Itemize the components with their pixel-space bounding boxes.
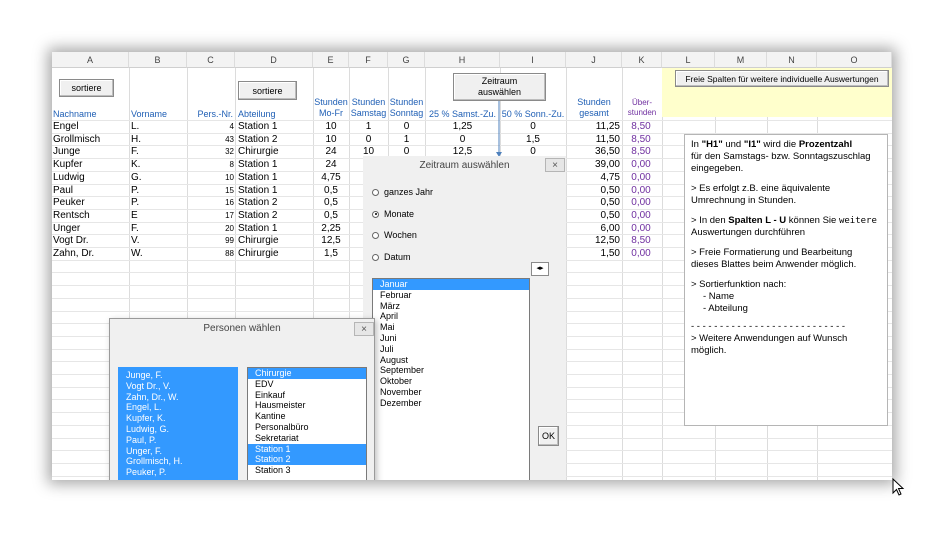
- spreadsheet-window: A B C D E F G H I J K L M N O sortiere s…: [52, 52, 892, 480]
- info-paragraph-1: In "H1" und "I1" wird die Prozentzahl für…: [691, 139, 881, 175]
- month-list-item[interactable]: Februar: [373, 290, 529, 301]
- mouse-cursor-icon: [892, 478, 905, 496]
- month-list-item[interactable]: November: [373, 387, 529, 398]
- info-paragraph-3: > In den Spalten L - U können Sie weiter…: [691, 215, 881, 239]
- info-text: und: [722, 139, 744, 150]
- radio-dot: [372, 231, 379, 239]
- persons-dialog-close-button[interactable]: ×: [354, 322, 374, 336]
- month-list-item[interactable]: Oktober: [373, 376, 529, 387]
- info-text: für den Samstags- bzw. Sonntagszuschlag …: [691, 151, 871, 174]
- month-list-item[interactable]: Dezember: [373, 398, 529, 409]
- spin-arrows-icon[interactable]: ◂▸: [531, 262, 549, 276]
- info-bold: "H1": [701, 139, 723, 150]
- info-bold: Spalten L - U: [728, 215, 787, 226]
- department-list-item[interactable]: Station 2: [248, 454, 366, 466]
- persons-listbox[interactable]: Junge, F. Vogt Dr., V. Zahn, Dr., W. Engel,…: [118, 367, 238, 480]
- department-list-item[interactable]: Station 1: [248, 443, 366, 455]
- person-list-item[interactable]: Grollmisch, H.: [119, 456, 237, 468]
- person-list-item[interactable]: Zahn, Dr., W.: [119, 391, 237, 403]
- info-text: In: [691, 139, 702, 150]
- month-list-item[interactable]: Mai: [373, 322, 529, 333]
- department-list-item[interactable]: Station 3: [248, 465, 366, 476]
- info-bold: "I1": [743, 139, 761, 150]
- info-divider: - - - - - - - - - - - - - - - - - - - - …: [691, 321, 846, 332]
- month-listbox[interactable]: Januar Februar März April Mai Juni Juli August S…: [372, 278, 530, 480]
- radio-label: Datum: [384, 252, 411, 262]
- month-list-item[interactable]: August: [373, 355, 529, 366]
- month-list-item[interactable]: März: [373, 301, 529, 312]
- person-list-item[interactable]: Kupfer, K.: [119, 413, 237, 424]
- info-paragraph-2: > Es erfolgt z.B. eine äquivalente Umrec…: [691, 183, 831, 206]
- month-list-item[interactable]: September: [373, 365, 529, 376]
- department-list-item[interactable]: Personalbüro: [248, 422, 366, 433]
- departments-listbox[interactable]: Chirurgie EDV Einkauf Hausmeister Kantine Per…: [247, 367, 367, 480]
- ok-button[interactable]: OK: [538, 426, 559, 446]
- info-text: Auswertungen durchführen: [691, 227, 806, 238]
- info-list-item: - Name: [703, 291, 735, 302]
- info-bold: Prozentzahl: [798, 139, 853, 150]
- info-text: weitere: [838, 216, 877, 226]
- department-list-item[interactable]: Hausmeister: [248, 400, 366, 411]
- radio-monate[interactable]: Monate: [372, 209, 414, 219]
- radio-ganzes-jahr[interactable]: ganzes Jahr: [372, 187, 433, 197]
- info-list-item: - Abteilung: [703, 303, 748, 314]
- radio-label: Wochen: [384, 230, 417, 240]
- period-dialog-title: Zeitraum auswählen: [363, 156, 566, 176]
- month-list-item[interactable]: Juni: [373, 333, 529, 344]
- radio-wochen[interactable]: Wochen: [372, 230, 417, 240]
- person-list-item[interactable]: Unger, F.: [119, 445, 237, 457]
- radio-dot: [372, 253, 379, 261]
- period-dialog: Zeitraum auswählen × ganzes Jahr Monate …: [363, 156, 566, 480]
- person-list-item[interactable]: Engel, L.: [119, 402, 237, 414]
- department-list-item[interactable]: Chirurgie: [248, 368, 366, 379]
- person-list-item[interactable]: Peuker, P.: [119, 467, 237, 478]
- info-paragraph-4: > Freie Formatierung und Bearbeitung die…: [691, 247, 857, 270]
- persons-dialog-title: Personen wählen: [203, 323, 281, 334]
- period-dialog-close-button[interactable]: ×: [545, 158, 565, 172]
- info-paragraph-6: > Weitere Anwendungen auf Wunsch möglich…: [691, 333, 848, 356]
- department-list-item[interactable]: Kantine: [248, 411, 366, 422]
- person-list-item[interactable]: Junge, F.: [119, 370, 237, 381]
- person-list-item[interactable]: Paul, P.: [119, 434, 237, 446]
- radio-dot-selected: [372, 210, 379, 218]
- radio-dot: [372, 188, 379, 196]
- month-list-item[interactable]: Januar: [373, 279, 529, 290]
- radio-datum[interactable]: Datum: [372, 252, 411, 262]
- info-box: In "H1" und "I1" wird die Prozentzahl für…: [684, 134, 888, 426]
- person-list-item[interactable]: Vogt Dr., V.: [119, 380, 237, 392]
- month-list-item[interactable]: Juli: [373, 344, 529, 355]
- department-list-item[interactable]: Sekretariat: [248, 433, 366, 444]
- department-list-item[interactable]: EDV: [248, 379, 366, 390]
- info-paragraph-5: > Sortierfunktion nach:: [691, 279, 787, 290]
- radio-label: Monate: [384, 209, 415, 219]
- info-text: > In den: [691, 215, 729, 226]
- persons-dialog: Personen wählen × Junge, F. Vogt Dr., V. Z…: [109, 318, 375, 480]
- department-list-item[interactable]: Einkauf: [248, 390, 366, 401]
- info-text: wird die: [760, 139, 799, 150]
- month-list-item[interactable]: April: [373, 311, 529, 322]
- info-text: können Sie: [786, 215, 839, 226]
- person-list-item[interactable]: Ludwig, G.: [119, 423, 237, 435]
- radio-label: ganzes Jahr: [384, 187, 434, 197]
